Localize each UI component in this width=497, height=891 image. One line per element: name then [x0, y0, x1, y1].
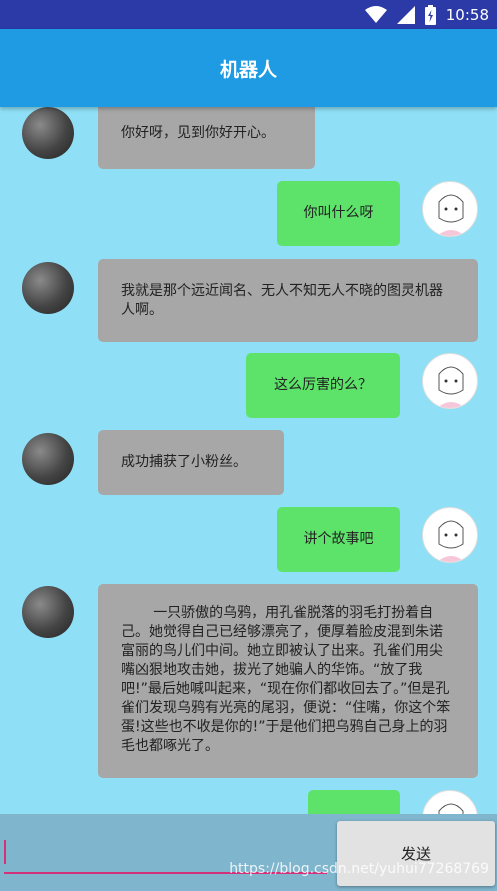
robot-avatar: [22, 433, 74, 485]
girl-avatar-icon: [437, 194, 465, 236]
message-text: 一只骄傲的乌鸦，用孔雀脱落的羽毛打扮着自己。她觉得自己已经够漂亮了，便厚着脸皮混…: [121, 605, 451, 754]
message-row: 我就是那个远近闻名、无人不知无人不晓的图灵机器人啊。: [0, 259, 497, 345]
wifi-icon: [364, 6, 387, 23]
message-text: 你叫什么呀: [303, 205, 374, 221]
status-icons: 10:58: [364, 4, 489, 26]
message-row: 讲个故事吧: [0, 507, 497, 575]
text-cursor: [4, 840, 6, 864]
message-text: 你好呀，见到你好开心。: [121, 124, 275, 141]
app-bar: 机器人: [0, 29, 497, 107]
message-row: 这么厉害的么？: [0, 353, 497, 421]
robot-message-bubble: 你好呀，见到你好开心。: [98, 107, 315, 169]
robot-message-bubble: 一只骄傲的乌鸦，用孔雀脱落的羽毛打扮着自己。她觉得自己已经够漂亮了，便厚着脸皮混…: [98, 584, 478, 778]
message-row: 成功捕获了小粉丝。: [0, 430, 497, 496]
user-avatar: [422, 181, 478, 237]
message-text: 成功捕获了小粉丝。: [121, 454, 247, 470]
robot-message-bubble: 我就是那个远近闻名、无人不知无人不晓的图灵机器人啊。: [98, 259, 478, 342]
girl-avatar-icon: [437, 366, 465, 408]
watermark: https://blog.csdn.net/yuhui77268769: [229, 861, 489, 877]
girl-avatar-icon: [437, 520, 465, 562]
battery-icon: [424, 5, 436, 25]
robot-avatar: [22, 586, 74, 638]
girl-avatar-icon: [438, 803, 464, 814]
page-title: 机器人: [219, 59, 277, 81]
message-text: 讲个故事吧: [303, 531, 374, 547]
robot-message-bubble: 成功捕获了小粉丝。: [98, 430, 284, 495]
robot-avatar: [22, 107, 74, 159]
chat-list[interactable]: 你好呀，见到你好开心。 你叫什么呀 我就是那个远近闻名、无人不知无人不晓的图灵机…: [0, 107, 497, 814]
status-time: 10:58: [445, 6, 489, 24]
message-row: 你叫什么呀: [0, 181, 497, 249]
status-bar: 10:58: [0, 0, 497, 29]
message-row: [0, 790, 497, 814]
user-message-bubble: 讲个故事吧: [277, 507, 400, 572]
user-avatar: [422, 507, 478, 563]
message-row: 你好呀，见到你好开心。: [0, 107, 497, 171]
message-text: 这么厉害的么？: [274, 377, 372, 393]
user-message-bubble: 这么厉害的么？: [246, 353, 400, 418]
robot-avatar: [22, 262, 74, 314]
user-message-bubble: 你叫什么呀: [277, 181, 400, 246]
user-avatar: [422, 790, 478, 814]
message-text: 我就是那个远近闻名、无人不知无人不晓的图灵机器人啊。: [121, 282, 443, 318]
signal-icon: [396, 6, 415, 24]
user-message-bubble: [308, 790, 400, 814]
user-avatar: [422, 353, 478, 409]
message-row: 一只骄傲的乌鸦，用孔雀脱落的羽毛打扮着自己。她觉得自己已经够漂亮了，便厚着脸皮混…: [0, 584, 497, 780]
